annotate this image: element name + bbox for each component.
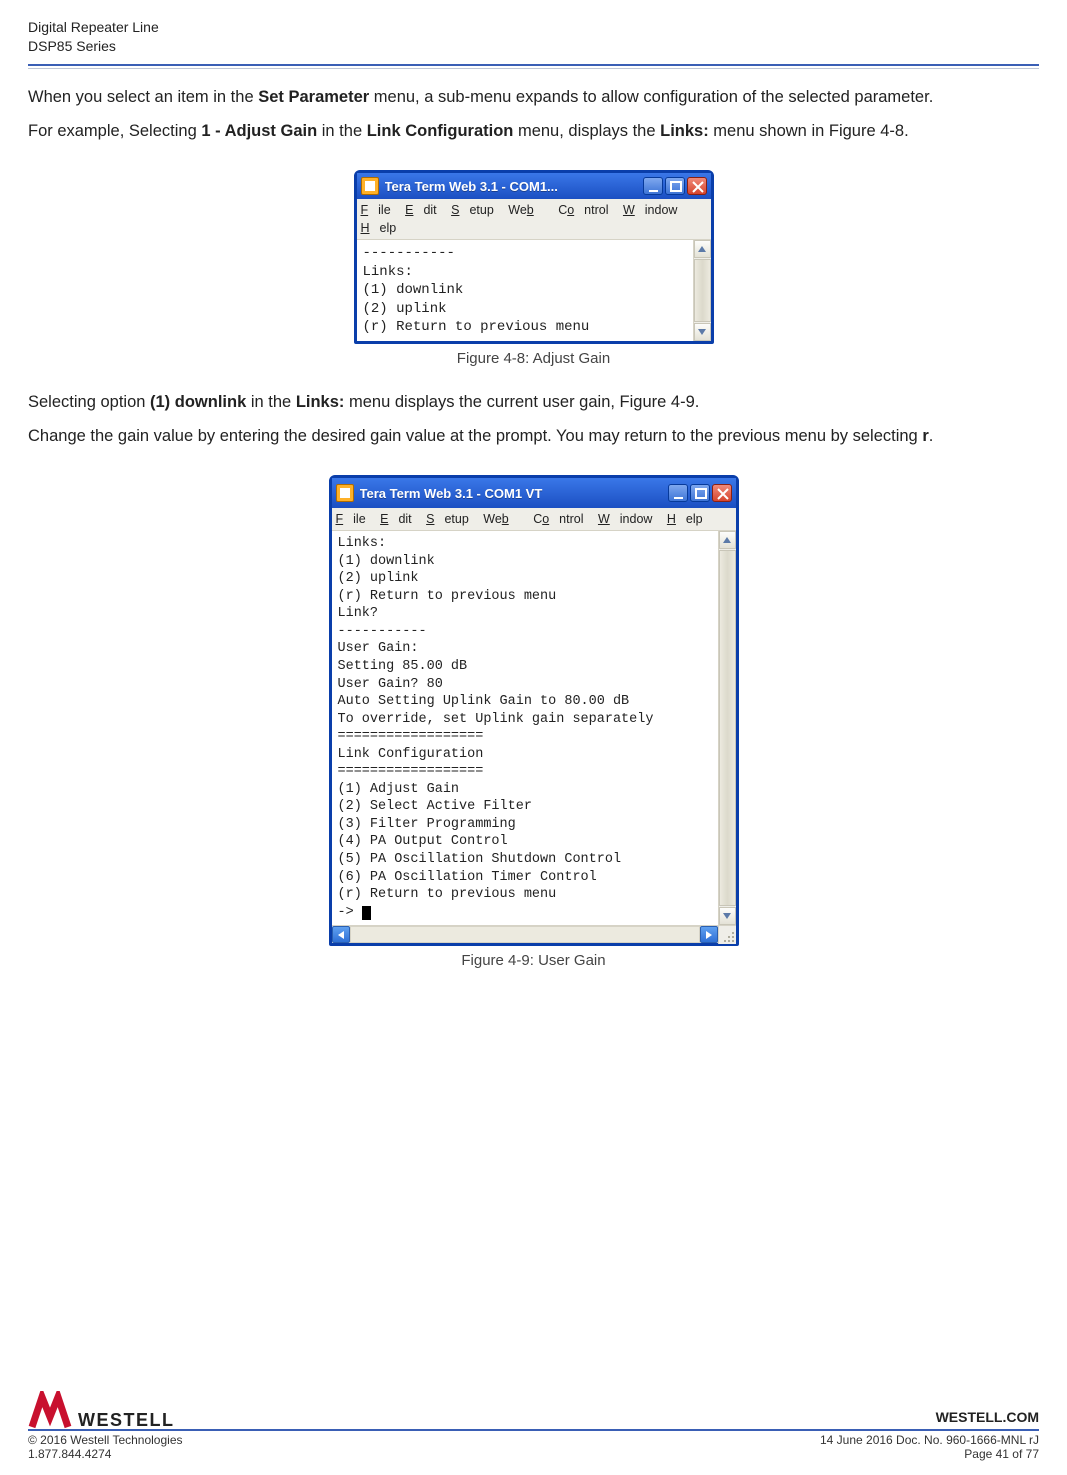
text: menu displays the current user gain, Fig…	[344, 393, 699, 411]
menu-file[interactable]: File	[361, 203, 391, 217]
terminal-cursor	[362, 906, 371, 920]
menu-help[interactable]: Help	[361, 221, 397, 235]
scroll-track[interactable]	[350, 926, 700, 943]
close-button[interactable]	[687, 177, 707, 195]
resize-grip[interactable]	[718, 926, 736, 944]
maximize-button[interactable]	[665, 177, 685, 195]
text: Change the gain value by entering the de…	[28, 427, 922, 445]
menu-file[interactable]: File	[336, 512, 366, 526]
maximize-button[interactable]	[690, 484, 710, 502]
menu-window[interactable]: Window	[598, 512, 652, 526]
menu-setup[interactable]: Setup	[426, 512, 469, 526]
text: menu, displays the	[513, 122, 660, 140]
text: .	[929, 427, 934, 445]
menu-window[interactable]: Window	[623, 203, 677, 217]
menu-control[interactable]: Control	[558, 203, 608, 217]
scroll-up-button[interactable]	[694, 240, 711, 258]
footer-rule	[28, 1429, 1039, 1431]
window-titlebar[interactable]: Tera Term Web 3.1 - COM1 VT	[332, 478, 736, 508]
paragraph-2: For example, Selecting 1 - Adjust Gain i…	[28, 120, 1039, 142]
footer-right: 14 June 2016 Doc. No. 960-1666-MNL rJ Pa…	[820, 1433, 1039, 1461]
app-icon	[361, 177, 379, 195]
menu-bar[interactable]: File Edit Setup Web Control Window Help	[332, 508, 736, 531]
scroll-right-button[interactable]	[700, 926, 718, 943]
text: Selecting option	[28, 393, 150, 411]
westell-logo-icon	[28, 1391, 72, 1431]
menu-edit[interactable]: Edit	[405, 203, 437, 217]
scroll-up-button[interactable]	[719, 531, 736, 549]
window-titlebar[interactable]: Tera Term Web 3.1 - COM1...	[357, 173, 711, 199]
footer-pageline: Page 41 of 77	[820, 1447, 1039, 1461]
scroll-down-button[interactable]	[694, 323, 711, 341]
window-title: Tera Term Web 3.1 - COM1...	[385, 179, 643, 194]
scroll-down-button[interactable]	[719, 907, 736, 925]
term-link-configuration: Link Configuration	[367, 122, 514, 140]
scroll-thumb[interactable]	[719, 550, 736, 906]
term-links: Links:	[296, 393, 345, 411]
scroll-thumb[interactable]	[694, 259, 711, 321]
footer-left: © 2016 Westell Technologies 1.877.844.42…	[28, 1433, 183, 1461]
vertical-scrollbar[interactable]	[718, 531, 736, 925]
term-links: Links:	[660, 122, 709, 140]
text: in the	[246, 393, 296, 411]
paragraph-1: When you select an item in the Set Param…	[28, 86, 1039, 108]
figure-caption: Figure 4-9: User Gain	[28, 952, 1039, 969]
terminal-content[interactable]: ----------- Links: (1) downlink (2) upli…	[357, 240, 693, 340]
text: menu, a sub-menu expands to allow config…	[369, 88, 933, 106]
terminal-content[interactable]: Links: (1) downlink (2) uplink (r) Retur…	[332, 531, 718, 925]
close-button[interactable]	[712, 484, 732, 502]
text: in the	[317, 122, 367, 140]
menu-web[interactable]: Web	[508, 203, 543, 217]
menu-help[interactable]: Help	[667, 512, 703, 526]
paragraph-3: Selecting option (1) downlink in the Lin…	[28, 391, 1039, 413]
footer-site: WESTELL.COM	[936, 1409, 1039, 1425]
text: When you select an item in the	[28, 88, 258, 106]
menu-bar[interactable]: File Edit Setup Web Control Window Help	[357, 199, 711, 240]
footer-docline: 14 June 2016 Doc. No. 960-1666-MNL rJ	[820, 1433, 1039, 1447]
footer-copyright: © 2016 Westell Technologies	[28, 1433, 183, 1447]
figure-4-9: Tera Term Web 3.1 - COM1 VT File Edit Se…	[28, 475, 1039, 969]
app-icon	[336, 484, 354, 502]
vertical-scrollbar[interactable]	[693, 240, 711, 340]
figure-caption: Figure 4-8: Adjust Gain	[28, 350, 1039, 367]
text: menu shown in Figure 4-8.	[709, 122, 909, 140]
term-set-parameter: Set Parameter	[258, 88, 369, 106]
brand-text: WESTELL	[78, 1410, 175, 1431]
menu-setup[interactable]: Setup	[451, 203, 494, 217]
term-adjust-gain: 1 - Adjust Gain	[201, 122, 317, 140]
header-line-2: DSP85 Series	[28, 37, 1039, 56]
figure-4-8: Tera Term Web 3.1 - COM1... File Edit Se…	[28, 170, 1039, 366]
terminal-text: Links: (1) downlink (2) uplink (r) Retur…	[338, 536, 654, 919]
menu-control[interactable]: Control	[533, 512, 583, 526]
header-line-1: Digital Repeater Line	[28, 18, 1039, 37]
term-downlink: (1) downlink	[150, 393, 246, 411]
paragraph-4: Change the gain value by entering the de…	[28, 425, 1039, 447]
menu-web[interactable]: Web	[483, 512, 518, 526]
minimize-button[interactable]	[643, 177, 663, 195]
header-rule	[28, 64, 1039, 70]
page-footer: WESTELL WESTELL.COM © 2016 Westell Techn…	[28, 1391, 1039, 1461]
text: For example, Selecting	[28, 122, 201, 140]
window-title: Tera Term Web 3.1 - COM1 VT	[360, 486, 668, 501]
scroll-left-button[interactable]	[332, 926, 350, 943]
minimize-button[interactable]	[668, 484, 688, 502]
horizontal-scrollbar[interactable]	[332, 925, 736, 943]
footer-phone: 1.877.844.4274	[28, 1447, 183, 1461]
menu-edit[interactable]: Edit	[380, 512, 412, 526]
